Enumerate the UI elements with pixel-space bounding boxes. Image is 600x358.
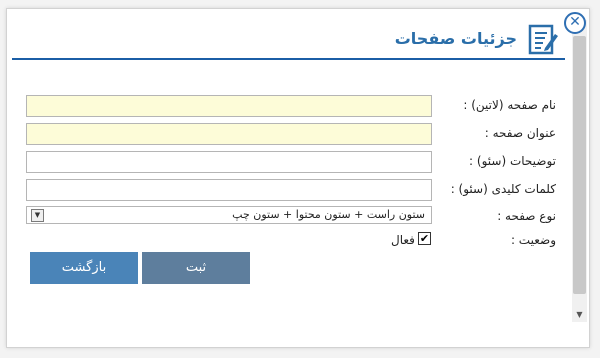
status-active-checkbox[interactable]: ✔ — [418, 232, 431, 245]
page-type-selected-value: ستون راست + ستون محتوا + ستون چپ — [232, 208, 425, 221]
field-row-seo-keywords: کلمات کلیدی (سئو) : — [26, 179, 556, 201]
chevron-down-icon[interactable]: ▼ — [31, 209, 44, 222]
dialog-header: جزئیات صفحات — [12, 20, 565, 60]
page-title-input[interactable] — [26, 123, 432, 145]
edit-document-icon — [528, 24, 558, 55]
page-name-input[interactable] — [26, 95, 432, 117]
seo-description-input[interactable] — [26, 151, 432, 173]
page-title-label: عنوان صفحه : — [484, 126, 556, 140]
field-row-page-title: عنوان صفحه : — [26, 123, 556, 145]
scroll-down-icon[interactable]: ▼ — [572, 308, 587, 322]
seo-description-label: توضیحات (سئو) : — [469, 154, 556, 168]
page-type-label: نوع صفحه : — [497, 209, 556, 223]
dialog-scrollbar[interactable]: ▲ ▼ — [572, 20, 587, 322]
page-type-select[interactable]: ▼ ستون راست + ستون محتوا + ستون چپ — [26, 206, 432, 224]
page-name-label: نام صفحه (لاتین) : — [463, 98, 556, 112]
seo-keywords-input[interactable] — [26, 179, 432, 201]
back-button[interactable]: بازگشت — [30, 252, 138, 284]
seo-keywords-label: کلمات کلیدی (سئو) : — [450, 182, 556, 196]
field-row-seo-description: توضیحات (سئو) : — [26, 151, 556, 173]
scroll-thumb[interactable] — [573, 36, 586, 294]
submit-button[interactable]: ثبت — [142, 252, 250, 284]
field-row-status: وضعیت : ✔ فعال — [26, 230, 556, 252]
status-label: وضعیت : — [510, 233, 556, 247]
dialog-title: جزئیات صفحات — [394, 29, 517, 48]
close-icon[interactable]: ✕ — [564, 12, 586, 34]
field-row-page-type: ▼ ستون راست + ستون محتوا + ستون چپ نوع ص… — [26, 206, 556, 228]
field-row-page-name: نام صفحه (لاتین) : — [26, 95, 556, 117]
status-active-label: فعال — [391, 233, 415, 247]
